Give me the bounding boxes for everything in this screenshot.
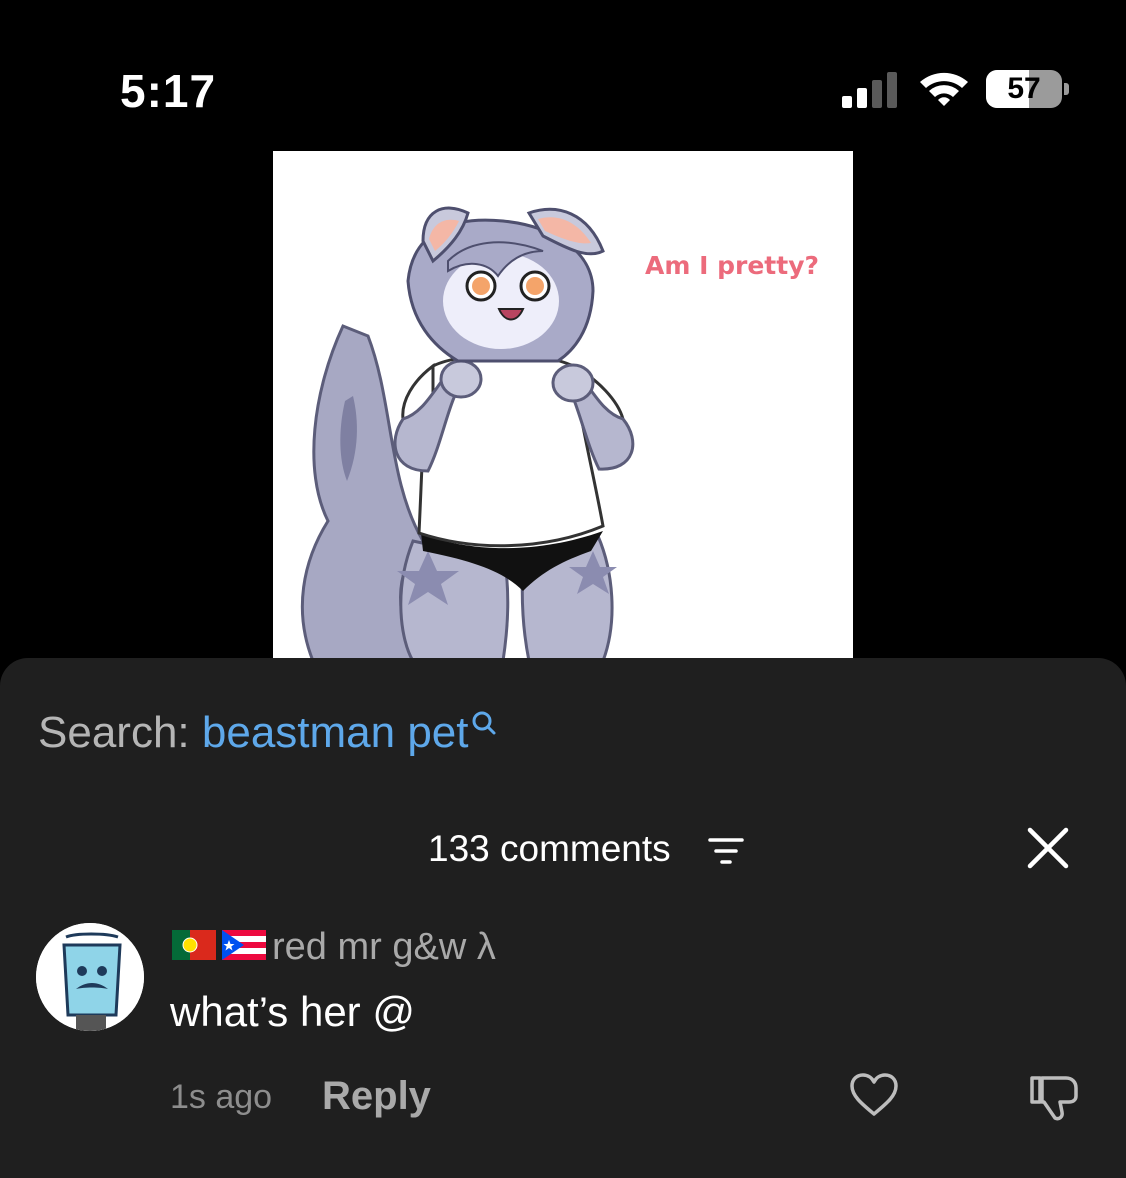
search-prefix: Search: <box>38 708 202 757</box>
avatar-image <box>36 923 144 1031</box>
avatar[interactable] <box>36 923 144 1031</box>
heart-icon[interactable] <box>848 1072 900 1118</box>
video-frame[interactable]: Am I pretty? <box>273 151 853 661</box>
search-icon <box>472 711 495 735</box>
comment-text: what’s her @ <box>170 988 415 1035</box>
wifi-icon <box>920 72 968 106</box>
overlay-caption: Am I pretty? <box>645 251 819 280</box>
portugal-flag-icon <box>172 929 216 960</box>
search-term[interactable]: beastman pet <box>202 708 469 757</box>
puerto-rico-flag-icon <box>222 929 266 960</box>
reply-button[interactable]: Reply <box>322 1074 431 1119</box>
comments-count: 133 comments <box>428 828 671 869</box>
search-suggestion[interactable]: Search: beastman pet <box>38 708 497 758</box>
battery-level: 57 <box>1007 72 1041 105</box>
close-icon[interactable] <box>1026 826 1070 870</box>
thumbs-down-icon[interactable] <box>1028 1074 1080 1122</box>
comment-time: 1s ago <box>170 1078 273 1116</box>
comments-sheet: Search: beastman pet 133 comments red mr… <box>0 658 1126 1178</box>
filter-icon[interactable] <box>708 836 744 866</box>
character-illustration <box>300 206 635 661</box>
signal-icon <box>842 72 897 108</box>
comment-author[interactable]: red mr g&w λ <box>172 926 496 969</box>
status-time: 5:17 <box>120 65 217 117</box>
battery-icon: 57 <box>986 70 1072 110</box>
comment-author-name: red mr g&w λ <box>272 926 496 968</box>
